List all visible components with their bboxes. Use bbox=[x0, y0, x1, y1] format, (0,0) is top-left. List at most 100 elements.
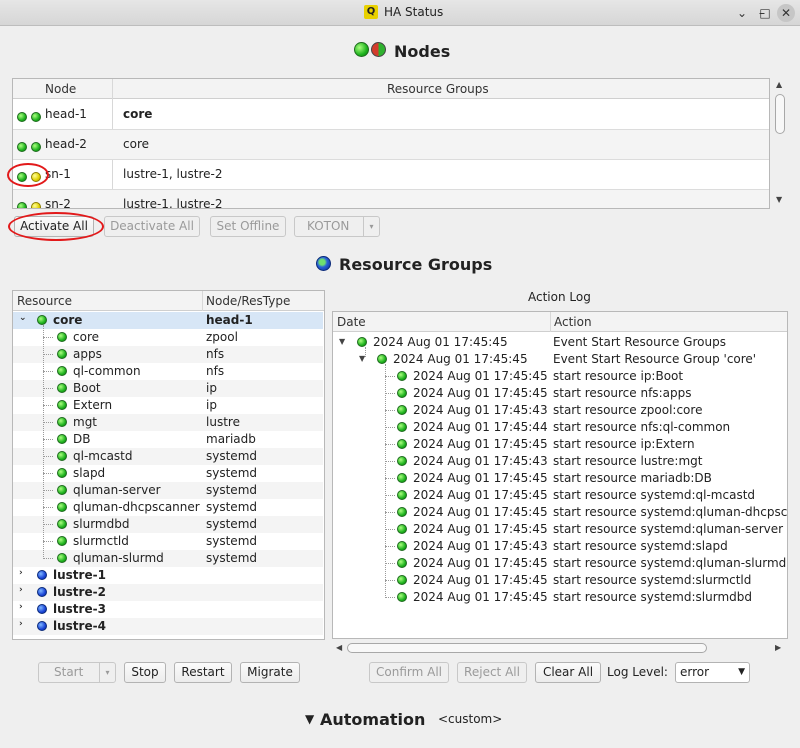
log-date: 2024 Aug 01 17:45:45 bbox=[373, 335, 508, 349]
node-status-icon bbox=[17, 139, 41, 153]
tree-item[interactable]: › lustre-2 bbox=[13, 584, 323, 601]
column-header-node-restype[interactable]: Node/ResType bbox=[206, 294, 290, 308]
log-row[interactable]: 2024 Aug 01 17:45:43 start resource zpool… bbox=[333, 402, 787, 419]
tree-item[interactable]: › lustre-1 bbox=[13, 567, 323, 584]
scroll-up-icon[interactable]: ▲ bbox=[776, 80, 782, 89]
set-offline-button[interactable]: Set Offline bbox=[210, 216, 286, 237]
node-row-sn-1[interactable]: sn-1 lustre-1, lustre-2 bbox=[13, 160, 769, 190]
status-dot-icon bbox=[397, 439, 407, 449]
log-row[interactable]: 2024 Aug 01 17:45:45 start resource maria… bbox=[333, 470, 787, 487]
status-dot-icon bbox=[57, 485, 67, 495]
log-date: 2024 Aug 01 17:45:43 bbox=[413, 403, 548, 417]
tree-item-type: systemd bbox=[206, 466, 257, 480]
log-date: 2024 Aug 01 17:45:45 bbox=[413, 437, 548, 451]
log-row[interactable]: 2024 Aug 01 17:45:45 start resource syste… bbox=[333, 521, 787, 538]
node-row-head-1[interactable]: head-1 core bbox=[13, 100, 769, 130]
confirm-all-button[interactable]: Confirm All bbox=[369, 662, 449, 683]
tree-connector bbox=[385, 393, 395, 394]
log-row[interactable]: ▼ 2024 Aug 01 17:45:45 Event Start Resourc… bbox=[333, 334, 787, 351]
log-date: 2024 Aug 01 17:45:45 bbox=[393, 352, 528, 366]
tree-connector bbox=[385, 495, 395, 496]
log-row[interactable]: 2024 Aug 01 17:45:45 start resource nfs:a… bbox=[333, 385, 787, 402]
scroll-down-icon[interactable]: ▼ bbox=[776, 195, 782, 204]
migrate-button[interactable]: Migrate bbox=[240, 662, 300, 683]
status-dot-icon bbox=[357, 337, 367, 347]
scrollbar-handle[interactable] bbox=[347, 643, 707, 653]
log-row[interactable]: 2024 Aug 01 17:45:45 start resource syste… bbox=[333, 504, 787, 521]
tree-item[interactable]: core zpool bbox=[13, 329, 323, 346]
scroll-right-icon[interactable]: ▶ bbox=[775, 643, 781, 652]
status-dot-icon bbox=[37, 587, 47, 597]
log-action: start resource systemd:ql-mcastd bbox=[553, 488, 756, 502]
chevron-right-icon[interactable]: › bbox=[19, 585, 29, 595]
tree-item[interactable]: DB mariadb bbox=[13, 431, 323, 448]
log-row[interactable]: ▼ 2024 Aug 01 17:45:45 Event Start Resourc… bbox=[333, 351, 787, 368]
status-dot-icon bbox=[397, 405, 407, 415]
tree-connector bbox=[43, 371, 53, 372]
log-row[interactable]: 2024 Aug 01 17:45:43 start resource lustr… bbox=[333, 453, 787, 470]
shade-window-icon[interactable]: ⌄ bbox=[733, 4, 751, 22]
tree-item[interactable]: Boot ip bbox=[13, 380, 323, 397]
log-row[interactable]: 2024 Aug 01 17:45:45 start resource syste… bbox=[333, 572, 787, 589]
status-dot-icon bbox=[37, 315, 47, 325]
column-header-resource[interactable]: Resource bbox=[17, 294, 72, 308]
stop-button[interactable]: Stop bbox=[124, 662, 166, 683]
log-row[interactable]: 2024 Aug 01 17:45:45 start resource ip:Ex… bbox=[333, 436, 787, 453]
tree-item[interactable]: › lustre-4 bbox=[13, 618, 323, 635]
tree-item[interactable]: apps nfs bbox=[13, 346, 323, 363]
column-header-action[interactable]: Action bbox=[554, 315, 592, 329]
tree-connector bbox=[43, 558, 53, 559]
action-log-title: Action Log bbox=[528, 290, 591, 304]
chevron-down-icon[interactable]: ⌄ bbox=[19, 313, 29, 323]
chevron-right-icon[interactable]: › bbox=[19, 619, 29, 629]
log-row[interactable]: 2024 Aug 01 17:45:45 start resource syste… bbox=[333, 487, 787, 504]
chevron-down-icon[interactable]: ▼ bbox=[305, 712, 314, 726]
start-button[interactable]: Start ▾ bbox=[38, 662, 116, 683]
tree-item-type: systemd bbox=[206, 449, 257, 463]
node-row-sn-2[interactable]: sn-2 lustre-1, lustre-2 bbox=[13, 190, 769, 208]
tree-item[interactable]: slapd systemd bbox=[13, 465, 323, 482]
status-dot-icon bbox=[57, 383, 67, 393]
node-select-dropdown[interactable]: KOTON ▾ bbox=[294, 216, 380, 237]
log-row[interactable]: 2024 Aug 01 17:45:43 start resource syste… bbox=[333, 538, 787, 555]
maximize-window-icon[interactable]: □ bbox=[756, 4, 774, 22]
node-status-icon bbox=[17, 199, 41, 208]
log-row[interactable]: 2024 Aug 01 17:45:45 start resource syste… bbox=[333, 555, 787, 572]
tree-connector bbox=[43, 541, 53, 542]
reject-all-button[interactable]: Reject All bbox=[457, 662, 527, 683]
close-window-icon[interactable]: ✕ bbox=[777, 4, 795, 22]
clear-all-button[interactable]: Clear All bbox=[535, 662, 601, 683]
log-row[interactable]: 2024 Aug 01 17:45:45 start resource ip:Bo… bbox=[333, 368, 787, 385]
tree-item[interactable]: slurmdbd systemd bbox=[13, 516, 323, 533]
log-row[interactable]: 2024 Aug 01 17:45:45 start resource syste… bbox=[333, 589, 787, 606]
tree-item[interactable]: mgt lustre bbox=[13, 414, 323, 431]
restart-button[interactable]: Restart bbox=[174, 662, 232, 683]
column-header-node[interactable]: Node bbox=[45, 82, 76, 96]
tree-item[interactable]: qluman-server systemd bbox=[13, 482, 323, 499]
tree-item[interactable]: qluman-dhcpscanner systemd bbox=[13, 499, 323, 516]
chevron-right-icon[interactable]: › bbox=[19, 568, 29, 578]
window-title: HA Status bbox=[384, 5, 444, 19]
scrollbar-handle[interactable] bbox=[775, 94, 785, 134]
tree-item[interactable]: Extern ip bbox=[13, 397, 323, 414]
tree-item[interactable]: qluman-slurmd systemd bbox=[13, 550, 323, 567]
chevron-down-icon[interactable]: ▼ bbox=[339, 337, 345, 346]
node-row-head-2[interactable]: head-2 core bbox=[13, 130, 769, 160]
deactivate-all-button[interactable]: Deactivate All bbox=[104, 216, 200, 237]
tree-item[interactable]: ql-common nfs bbox=[13, 363, 323, 380]
tree-item[interactable]: ⌄ core head-1 bbox=[13, 312, 323, 329]
app-icon: Q bbox=[364, 5, 378, 19]
nodes-vertical-scrollbar[interactable]: ▲ ▼ bbox=[772, 80, 788, 207]
chevron-right-icon[interactable]: › bbox=[19, 602, 29, 612]
log-date: 2024 Aug 01 17:45:45 bbox=[413, 573, 548, 587]
log-level-select[interactable]: error ▼ bbox=[675, 662, 750, 683]
tree-item[interactable]: ql-mcastd systemd bbox=[13, 448, 323, 465]
column-header-resource-groups[interactable]: Resource Groups bbox=[387, 82, 489, 96]
scroll-left-icon[interactable]: ◀ bbox=[336, 643, 342, 652]
column-header-date[interactable]: Date bbox=[337, 315, 366, 329]
log-row[interactable]: 2024 Aug 01 17:45:44 start resource nfs:q… bbox=[333, 419, 787, 436]
tree-item[interactable]: › lustre-3 bbox=[13, 601, 323, 618]
action-log-horizontal-scrollbar[interactable]: ◀ ▶ bbox=[333, 640, 787, 656]
column-separator bbox=[202, 291, 203, 311]
tree-item[interactable]: slurmctld systemd bbox=[13, 533, 323, 550]
